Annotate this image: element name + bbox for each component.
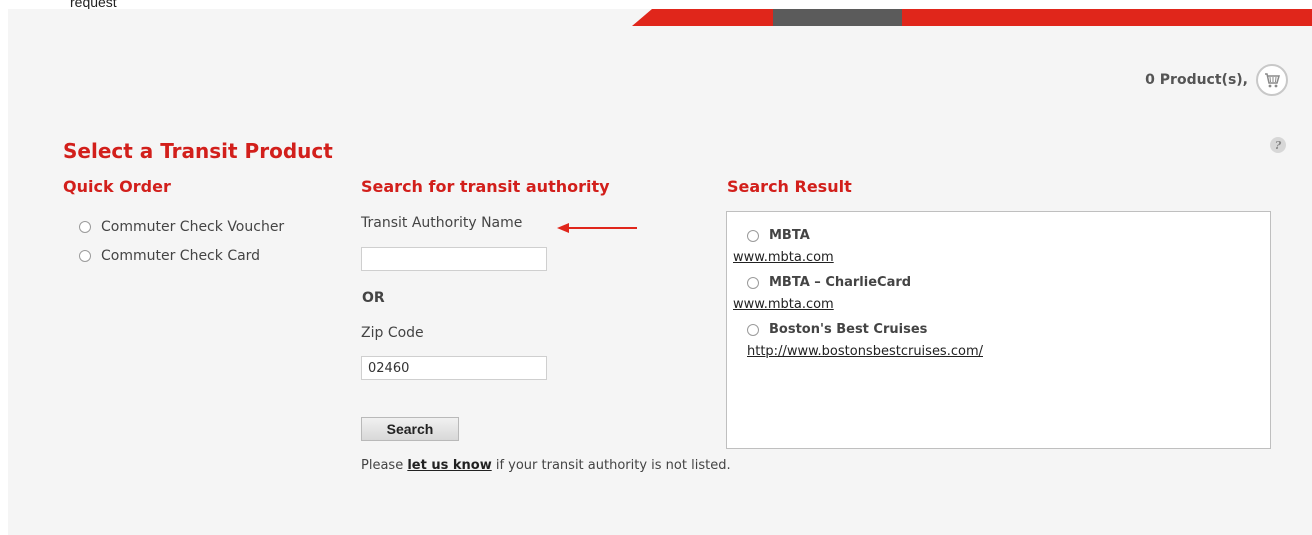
- header-bar-red-left: [632, 9, 773, 26]
- authority-name-label: Transit Authority Name: [361, 215, 523, 231]
- missing-authority-note: Please let us know if your transit autho…: [361, 455, 731, 477]
- search-result-title: Search Result: [727, 177, 852, 196]
- authority-name-input[interactable]: [361, 247, 547, 271]
- result-radio-charliecard[interactable]: [747, 276, 759, 289]
- let-us-know-link[interactable]: let us know: [407, 458, 491, 473]
- note-suffix: if your transit authority is not listed.: [491, 458, 731, 473]
- search-section-title: Search for transit authority: [361, 177, 610, 196]
- header-bar-red-right: [902, 9, 1312, 26]
- help-icon[interactable]: ?: [1270, 137, 1286, 153]
- cart-icon[interactable]: [1256, 64, 1288, 96]
- cart-icon-glyph: [1265, 73, 1280, 88]
- result-item-mbta[interactable]: MBTA: [747, 228, 810, 243]
- result-name-cruises: Boston's Best Cruises: [769, 322, 928, 337]
- cart-count: 0 Product(s),: [1145, 72, 1248, 88]
- note-prefix: Please: [361, 458, 408, 473]
- result-name-mbta: MBTA: [769, 228, 810, 243]
- result-radio-cruises[interactable]: [747, 323, 759, 336]
- cart-summary[interactable]: 0 Product(s),: [1145, 64, 1288, 96]
- search-button[interactable]: Search: [361, 417, 459, 441]
- result-url-cruises[interactable]: http://www.bostonsbestcruises.com/: [747, 344, 983, 359]
- header-bar-gray: [773, 9, 902, 26]
- page-title: Select a Transit Product: [63, 139, 333, 163]
- result-item-boston-best-cruises[interactable]: Boston's Best Cruises: [747, 322, 927, 337]
- voucher-radio[interactable]: [79, 221, 91, 233]
- search-result-box: MBTA www.mbta.com MBTA – CharlieCard www…: [726, 211, 1271, 449]
- or-separator: OR: [362, 290, 385, 306]
- zip-code-label: Zip Code: [361, 325, 424, 341]
- voucher-label: Commuter Check Voucher: [101, 219, 285, 235]
- quick-order-option-voucher[interactable]: Commuter Check Voucher: [79, 219, 284, 235]
- card-radio[interactable]: [79, 250, 91, 262]
- card-label: Commuter Check Card: [101, 248, 261, 264]
- quick-order-option-card[interactable]: Commuter Check Card: [79, 248, 260, 264]
- pointer-arrow-icon: [557, 223, 637, 233]
- quick-order-title: Quick Order: [63, 177, 171, 196]
- result-url-charliecard[interactable]: www.mbta.com: [733, 297, 834, 312]
- result-item-mbta-charliecard[interactable]: MBTA – CharlieCard: [747, 275, 911, 290]
- result-url-mbta[interactable]: www.mbta.com: [733, 250, 834, 265]
- result-name-charliecard: MBTA – CharlieCard: [769, 275, 912, 290]
- zip-code-input[interactable]: [361, 356, 547, 380]
- result-radio-mbta[interactable]: [747, 229, 759, 242]
